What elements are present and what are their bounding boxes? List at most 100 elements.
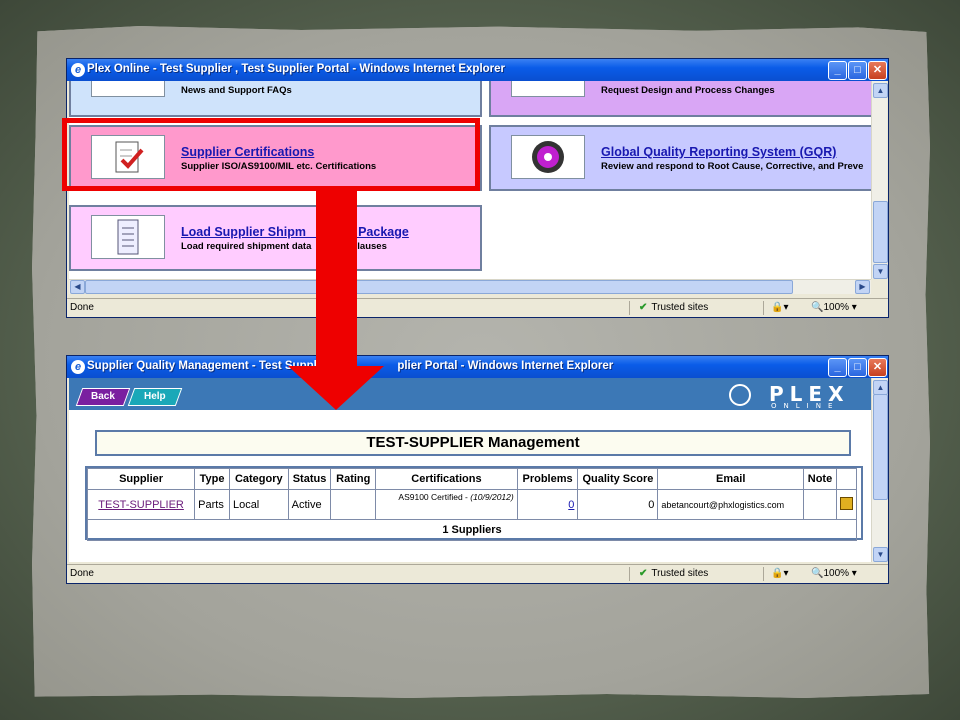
separator (763, 301, 764, 315)
zoom-level: 100% (823, 302, 850, 313)
type-cell: Parts (194, 489, 230, 520)
ie-icon: e (71, 63, 85, 77)
scroll-down-arrow[interactable]: ▼ (873, 264, 888, 279)
scroll-up-arrow[interactable]: ▲ (873, 83, 888, 98)
down-arrow-icon (288, 366, 384, 410)
close-button[interactable]: ✕ (868, 358, 887, 377)
column-header[interactable]: Category (228, 468, 289, 490)
plex-logo-icon (729, 384, 751, 406)
column-header[interactable]: Type (194, 468, 230, 490)
zoom-control[interactable]: 🔍100% ▾ (811, 302, 857, 313)
scroll-down-arrow[interactable]: ▼ (873, 547, 888, 562)
separator (629, 301, 630, 315)
vertical-scrollbar[interactable]: ▲ ▼ (871, 378, 888, 562)
table-footer-row: 1 Suppliers (87, 519, 857, 541)
check-icon: ✔ (639, 568, 648, 579)
column-header[interactable]: Email (657, 468, 805, 490)
table-row: TEST-SUPPLIER Parts Local Active AS9100 … (86, 489, 858, 520)
maximize-button[interactable]: □ (848, 61, 867, 80)
tile-load-shipment[interactable]: Load Supplier Shipm ta Package Load requ… (69, 205, 482, 271)
rating-cell (330, 489, 377, 520)
tile-news-support[interactable]: News and Support FAQs (69, 81, 482, 117)
status-cell: Active (287, 489, 332, 520)
minimize-button[interactable]: _ (828, 61, 847, 80)
magnifier-icon: 🔍 (811, 568, 824, 579)
problems-cell: 0 (516, 489, 579, 520)
column-header[interactable]: Rating (330, 468, 377, 490)
magnifier-icon: 🔍 (811, 302, 824, 313)
security-zone: ✔ Trusted sites (639, 568, 708, 579)
supplier-table: Supplier Type Category Status Rating Cer… (86, 468, 858, 541)
column-header-blank (835, 468, 858, 490)
page-title: TEST-SUPPLIER Management (95, 430, 851, 456)
title-bar[interactable]: e Plex Online - Test Supplier , Test Sup… (67, 59, 888, 81)
folder-edit-icon[interactable] (839, 496, 853, 510)
quality-score-cell: 0 (577, 489, 659, 520)
status-bar: Done ✔ Trusted sites 🔒▾ 🔍100% ▾ (67, 298, 888, 317)
disc-icon (511, 135, 585, 179)
plex-logo: PLEX ONLINE (729, 382, 857, 410)
down-arrow-shaft (316, 190, 357, 368)
document-icon (91, 81, 165, 97)
zone-label: Trusted sites (651, 302, 709, 313)
status-text: Done (70, 568, 94, 579)
page-content: Back Help PLEX ONLINE TEST-SUPPLIER Mana… (69, 378, 871, 562)
column-header[interactable]: Certifications (375, 468, 518, 490)
certifications-cell: AS9100 Certified - (10/9/2012) (375, 489, 518, 520)
status-text: Done (70, 302, 94, 313)
scroll-right-arrow[interactable]: ▶ (855, 280, 870, 294)
ie-icon: e (71, 360, 85, 374)
security-zone: ✔ Trusted sites (639, 302, 708, 313)
load-shipment-link[interactable]: Load Supplier Shipm ta Package (181, 225, 409, 239)
app-toolbar: Back Help PLEX ONLINE (69, 378, 871, 410)
tile-design-changes[interactable]: Request Design and Process Changes (489, 81, 871, 117)
vertical-scrollbar[interactable]: ▲ ▼ (871, 81, 888, 279)
column-header[interactable]: Problems (516, 468, 579, 490)
protected-mode-icon[interactable]: 🔒▾ (771, 302, 788, 313)
zone-label: Trusted sites (651, 568, 709, 579)
tile-description: Request Design and Process Changes (601, 85, 775, 96)
certification-name: AS9100 Certified - (398, 492, 471, 502)
separator (629, 567, 630, 581)
highlight-box (62, 118, 480, 191)
back-button[interactable]: Back (75, 388, 131, 406)
supplier-link[interactable]: TEST-SUPPLIER (98, 499, 184, 511)
document-icon (91, 215, 165, 259)
help-button[interactable]: Help (127, 388, 183, 406)
protected-mode-icon[interactable]: 🔒▾ (771, 568, 788, 579)
email-cell: abetancourt@phxlogistics.com (657, 489, 805, 520)
minimize-button[interactable]: _ (828, 358, 847, 377)
zoom-control[interactable]: 🔍100% ▾ (811, 568, 857, 579)
close-button[interactable]: ✕ (868, 61, 887, 80)
column-header[interactable]: Note (803, 468, 837, 490)
supplier-cell: TEST-SUPPLIER (86, 489, 196, 520)
supplier-count: 1 Suppliers (87, 519, 857, 541)
zoom-level: 100% (823, 568, 850, 579)
category-cell: Local (228, 489, 289, 520)
browser-window-sqm: e Supplier Quality Management - Test Sup… (66, 355, 889, 584)
column-header[interactable]: Quality Score (577, 468, 659, 490)
certification-date: (10/9/2012) (470, 492, 514, 502)
scroll-up-arrow[interactable]: ▲ (873, 380, 888, 395)
scroll-thumb[interactable] (873, 201, 888, 263)
medal-icon (511, 81, 585, 97)
maximize-button[interactable]: □ (848, 358, 867, 377)
title-bar[interactable]: e Supplier Quality Management - Test Sup… (67, 356, 888, 378)
scroll-thumb[interactable] (873, 394, 888, 500)
logo-subtitle: ONLINE (771, 402, 840, 410)
status-bar: Done ✔ Trusted sites 🔒▾ 🔍100% ▾ (67, 564, 888, 583)
check-icon: ✔ (639, 302, 648, 313)
tile-description: News and Support FAQs (181, 85, 292, 96)
window-title: Plex Online - Test Supplier , Test Suppl… (87, 63, 506, 75)
action-cell (835, 489, 858, 520)
horizontal-scrollbar[interactable]: ◀ ▶ (69, 279, 871, 294)
column-header[interactable]: Status (287, 468, 332, 490)
scroll-left-arrow[interactable]: ◀ (70, 280, 85, 294)
tile-gqr[interactable]: Global Quality Reporting System (GQR) Re… (489, 125, 871, 191)
scroll-thumb[interactable] (85, 280, 793, 294)
separator (763, 567, 764, 581)
table-header-row: Supplier Type Category Status Rating Cer… (86, 468, 858, 490)
problems-link[interactable]: 0 (568, 499, 574, 511)
gqr-link[interactable]: Global Quality Reporting System (GQR) (601, 145, 836, 159)
column-header[interactable]: Supplier (86, 468, 196, 490)
